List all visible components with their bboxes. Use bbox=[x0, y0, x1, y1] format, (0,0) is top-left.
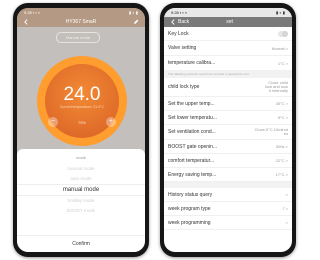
row-label: BOOST gate openin... bbox=[168, 143, 218, 150]
phone-thermostat-screen: 9:28 ▪ ▪ ◐ ▮ ◐ ▮ HY367 SmaR Manual mode … bbox=[13, 3, 149, 257]
settings-screen: 9:28 ▪ ▪ ◐ ▮ ◐ ▮ Back set Key Lock Valve… bbox=[164, 8, 292, 252]
mode-option[interactable]: holiday mode bbox=[17, 196, 145, 206]
status-bar: 9:28 ▪ ▪ ◐ ▮ ◐ ▮ bbox=[17, 8, 145, 17]
row-label: Set the upper temp... bbox=[168, 100, 215, 107]
temperature-dial: 24.0 Current temperature: 21.0°C 75% − + bbox=[37, 56, 127, 146]
mode-option[interactable]: auto mode bbox=[17, 174, 145, 184]
row-value: 5°C > bbox=[277, 115, 288, 120]
row-child-lock-type[interactable]: child lock type Close child lock and loc… bbox=[164, 78, 292, 97]
thermostat-screen: 9:28 ▪ ▪ ◐ ▮ ◐ ▮ HY367 SmaR Manual mode … bbox=[17, 8, 145, 252]
row-history-status[interactable]: History status query > bbox=[164, 188, 292, 202]
password-notice: The following contents need to be set af… bbox=[164, 71, 292, 78]
row-value: 35°C > bbox=[275, 101, 288, 106]
row-label: Set lower temperatu... bbox=[168, 114, 217, 121]
row-label: Energy saving temp... bbox=[168, 171, 217, 178]
row-value: Close,5°C,10minut es bbox=[254, 127, 288, 136]
sheet-title: mode bbox=[75, 155, 86, 160]
row-energy-saving-temp[interactable]: Energy saving temp... 17°C > bbox=[164, 168, 292, 182]
row-week-program-type[interactable]: week program type 7 > bbox=[164, 202, 292, 216]
row-label: week programming bbox=[168, 219, 211, 226]
mode-option[interactable]: manual mode bbox=[17, 164, 145, 174]
back-arrow-icon bbox=[171, 19, 175, 25]
set-temperature: 24.0 bbox=[63, 84, 101, 105]
row-key-lock[interactable]: Key Lock bbox=[164, 27, 292, 41]
status-time: 9:28 ▪ ▪ ◐ bbox=[24, 10, 41, 15]
page-title: set bbox=[226, 19, 233, 25]
row-value: 7 > bbox=[282, 206, 288, 211]
back-button[interactable]: Back bbox=[170, 19, 189, 25]
confirm-button[interactable]: Confirm bbox=[17, 235, 145, 252]
row-comfort-temp[interactable]: comfort temperatur... 22°C > bbox=[164, 154, 292, 168]
row-value: Close child lock and lock it internally bbox=[264, 80, 288, 93]
row-label: week program type bbox=[168, 205, 211, 212]
row-lower-temp[interactable]: Set lower temperatu... 5°C > bbox=[164, 111, 292, 125]
minus-button[interactable]: − bbox=[48, 117, 58, 127]
row-value: 300s > bbox=[275, 144, 288, 149]
dial-face: 24.0 Current temperature: 21.0°C 75% − + bbox=[45, 64, 119, 138]
page-title: HY367 SmaR bbox=[65, 19, 97, 25]
row-value: 1°C > bbox=[277, 60, 288, 66]
mode-badge[interactable]: Manual mode bbox=[56, 32, 100, 43]
mode-options: manual mode auto mode manual mode holida… bbox=[17, 164, 145, 216]
status-icons: ▮ ◐ ▮ bbox=[275, 10, 285, 15]
row-label: Valve setting bbox=[168, 45, 197, 51]
row-value: > bbox=[285, 192, 288, 197]
edit-icon[interactable] bbox=[133, 19, 139, 25]
row-value: 17°C > bbox=[275, 172, 288, 177]
plus-button[interactable]: + bbox=[106, 117, 116, 127]
row-label: comfort temperatur... bbox=[168, 157, 215, 164]
row-upper-temp[interactable]: Set the upper temp... 35°C > bbox=[164, 97, 292, 111]
app-header: HY367 SmaR bbox=[17, 17, 145, 27]
status-time: 9:28 ▪ ▪ ◐ bbox=[171, 10, 188, 15]
app-header: Back set bbox=[164, 17, 292, 27]
key-lock-toggle[interactable] bbox=[278, 30, 288, 37]
current-temperature: Current temperature: 21.0°C bbox=[59, 105, 105, 109]
row-label: temperature calibra... bbox=[168, 60, 216, 66]
phone-settings-screen: 9:28 ▪ ▪ ◐ ▮ ◐ ▮ Back set Key Lock Valve… bbox=[160, 3, 296, 257]
row-ventilation[interactable]: Set ventilation cond... Close,5°C,10minu… bbox=[164, 125, 292, 140]
row-temperature-calibration[interactable]: temperature calibra... 1°C > bbox=[164, 56, 292, 71]
settings-list: Key Lock Valve setting Normal > temperat… bbox=[164, 27, 292, 230]
row-boost-gate[interactable]: BOOST gate openin... 300s > bbox=[164, 140, 292, 154]
mode-option-selected[interactable]: manual mode bbox=[17, 184, 145, 196]
row-value: 22°C > bbox=[275, 158, 288, 163]
mode-picker-sheet: mode manual mode auto mode manual mode h… bbox=[17, 149, 145, 252]
row-valve-setting[interactable]: Valve setting Normal > bbox=[164, 41, 292, 56]
row-label: Set ventilation cond... bbox=[168, 129, 216, 135]
back-label: Back bbox=[178, 19, 190, 25]
row-value: > bbox=[285, 220, 288, 225]
row-label: child lock type bbox=[168, 84, 200, 90]
mode-option[interactable]: BOOST mode bbox=[17, 206, 145, 216]
row-week-programming[interactable]: week programming > bbox=[164, 216, 292, 230]
status-icons: ▮ ◐ ▮ bbox=[128, 10, 138, 15]
row-label: Key Lock bbox=[168, 30, 189, 37]
row-value: Normal > bbox=[271, 45, 288, 51]
status-bar: 9:28 ▪ ▪ ◐ ▮ ◐ ▮ bbox=[164, 8, 292, 17]
row-label: History status query bbox=[168, 191, 213, 198]
